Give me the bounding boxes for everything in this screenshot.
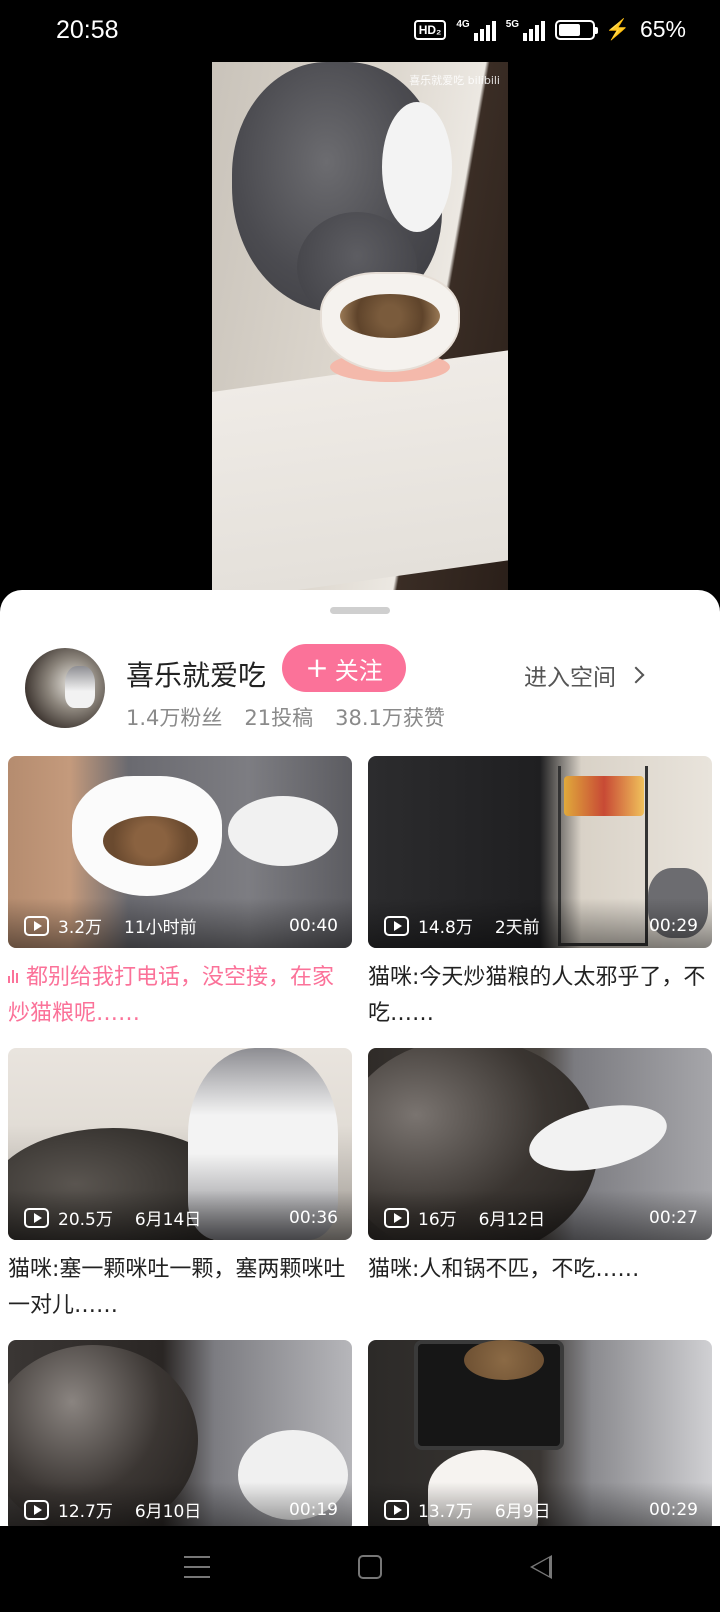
- chevron-right-icon: [627, 666, 645, 684]
- now-playing-icon: [8, 969, 18, 983]
- author-stats: 1.4万粉丝 21投稿 38.1万获赞: [126, 702, 445, 732]
- status-bar: 20:58 HD₂ 4G 5G ⚡ 65%: [0, 0, 720, 62]
- view-count: 16万: [418, 1210, 457, 1230]
- battery-percent: 65%: [639, 16, 686, 42]
- duration: 00:27: [649, 1207, 698, 1228]
- duration: 00:40: [289, 915, 338, 936]
- video-meta: 13.7万 6月9日 00:29: [384, 1497, 698, 1522]
- posts-count: 21投稿: [244, 706, 314, 730]
- video-meta: 16万 6月12日 00:27: [384, 1205, 698, 1230]
- likes-count: 38.1万获赞: [335, 706, 445, 730]
- upload-date: 2天前: [494, 918, 540, 938]
- video-meta: 12.7万 6月10日 00:19: [24, 1497, 338, 1522]
- duration: 00:36: [289, 1207, 338, 1228]
- video-card[interactable]: 12.7万 6月10日 00:19: [8, 1340, 352, 1526]
- charging-bolt-icon: ⚡: [605, 19, 630, 41]
- status-icons: HD₂ 4G 5G ⚡ 65%: [413, 16, 686, 43]
- video-card[interactable]: 13.7万 6月9日 00:29: [368, 1340, 712, 1526]
- avatar[interactable]: [25, 648, 105, 728]
- signal-5g-icon: 5G: [506, 19, 546, 41]
- battery-level: [559, 23, 580, 36]
- status-time: 20:58: [56, 16, 119, 44]
- enter-space-link[interactable]: 进入空间: [524, 658, 645, 692]
- plus-icon: +: [305, 651, 329, 684]
- video-grid: 3.2万 11小时前 00:40 都别给我打电话，没空接，在家炒猫粮呢…… 14…: [8, 756, 712, 1526]
- view-count: 13.7万: [418, 1502, 473, 1522]
- video-frame[interactable]: 喜乐就爱吃 bilibili: [212, 62, 508, 602]
- video-card[interactable]: 3.2万 11小时前 00:40 都别给我打电话，没空接，在家炒猫粮呢……: [8, 756, 352, 1048]
- video-thumbnail[interactable]: 12.7万 6月10日 00:19: [8, 1340, 352, 1526]
- view-count: 20.5万: [58, 1210, 113, 1230]
- system-nav-bar: [0, 1526, 720, 1612]
- back-icon[interactable]: [530, 1555, 552, 1579]
- video-meta: 20.5万 6月14日 00:36: [24, 1205, 338, 1230]
- play-count-icon: [384, 1499, 409, 1520]
- upload-date: 6月9日: [494, 1502, 551, 1522]
- video-title[interactable]: 猫咪:塞一颗咪吐一颗，塞两颗咪吐一对儿……: [8, 1252, 352, 1324]
- video-player[interactable]: 喜乐就爱吃 bilibili: [0, 62, 720, 602]
- play-count-icon: [24, 915, 49, 936]
- enter-space-label: 进入空间: [524, 665, 616, 691]
- video-title[interactable]: 猫咪:今天炒猫粮的人太邪乎了，不吃……: [368, 960, 712, 1032]
- upload-date: 6月10日: [134, 1502, 202, 1522]
- video-thumbnail[interactable]: 3.2万 11小时前 00:40: [8, 756, 352, 948]
- view-count: 3.2万: [58, 918, 103, 938]
- video-meta: 14.8万 2天前 00:29: [384, 913, 698, 938]
- follow-button[interactable]: + 关注: [282, 644, 406, 692]
- duration: 00:29: [649, 1499, 698, 1520]
- follow-label: 关注: [334, 656, 383, 685]
- upload-date: 6月14日: [134, 1210, 202, 1230]
- video-card[interactable]: 20.5万 6月14日 00:36 猫咪:塞一颗咪吐一颗，塞两颗咪吐一对儿……: [8, 1048, 352, 1340]
- duration: 00:29: [649, 915, 698, 936]
- upload-date: 11小时前: [124, 918, 197, 938]
- view-count: 12.7万: [58, 1502, 113, 1522]
- play-count-icon: [24, 1499, 49, 1520]
- video-card[interactable]: 16万 6月12日 00:27 猫咪:人和锅不匹，不吃……: [368, 1048, 712, 1340]
- video-card[interactable]: 14.8万 2天前 00:29 猫咪:今天炒猫粮的人太邪乎了，不吃……: [368, 756, 712, 1048]
- play-count-icon: [384, 915, 409, 936]
- hd-voice-icon: HD₂: [413, 19, 447, 40]
- play-count-icon: [24, 1207, 49, 1228]
- video-thumbnail[interactable]: 20.5万 6月14日 00:36: [8, 1048, 352, 1240]
- home-icon[interactable]: [358, 1555, 382, 1579]
- author-name[interactable]: 喜乐就爱吃: [126, 654, 266, 694]
- duration: 00:19: [289, 1499, 338, 1520]
- video-thumbnail[interactable]: 14.8万 2天前 00:29: [368, 756, 712, 948]
- video-thumbnail[interactable]: 13.7万 6月9日 00:29: [368, 1340, 712, 1526]
- video-meta: 3.2万 11小时前 00:40: [24, 913, 338, 938]
- upload-date: 6月12日: [478, 1210, 546, 1230]
- view-count: 14.8万: [418, 918, 473, 938]
- video-title-playing[interactable]: 都别给我打电话，没空接，在家炒猫粮呢……: [8, 960, 352, 1032]
- author-panel: 喜乐就爱吃 + 关注 1.4万粉丝 21投稿 38.1万获赞 进入空间 3.2万…: [0, 590, 720, 1526]
- drag-handle[interactable]: [330, 607, 390, 614]
- battery-icon: [555, 19, 599, 40]
- video-title[interactable]: 猫咪:人和锅不匹，不吃……: [368, 1252, 712, 1288]
- fans-count: 1.4万粉丝: [126, 706, 223, 730]
- signal-4g-icon: 4G: [456, 19, 496, 41]
- play-count-icon: [384, 1207, 409, 1228]
- video-thumbnail[interactable]: 16万 6月12日 00:27: [368, 1048, 712, 1240]
- video-watermark: 喜乐就爱吃 bilibili: [409, 74, 500, 87]
- menu-icon[interactable]: [184, 1556, 210, 1578]
